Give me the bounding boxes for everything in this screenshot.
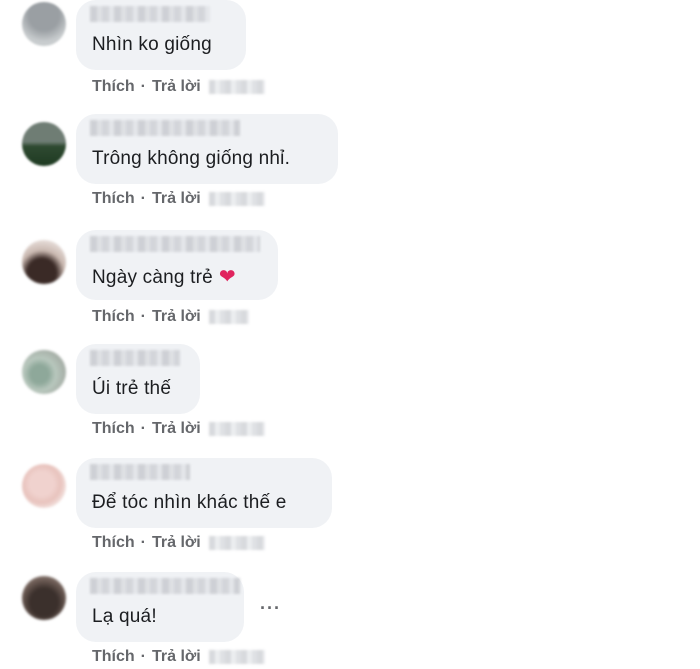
timestamp-redacted[interactable]	[208, 310, 249, 324]
avatar[interactable]	[22, 122, 66, 166]
like-link[interactable]: Thích	[92, 420, 135, 438]
comment-actions: Thích · Trả lời	[92, 190, 265, 208]
separator: ·	[140, 308, 146, 325]
timestamp-redacted[interactable]	[208, 650, 265, 664]
like-link[interactable]: Thích	[92, 534, 135, 552]
comment-actions: Thích · Trả lời	[92, 534, 265, 552]
separator: ·	[140, 78, 146, 95]
comment-bubble: Để tóc nhìn khác thế e	[76, 458, 332, 528]
separator: ·	[140, 534, 146, 551]
author-name-redacted[interactable]	[90, 236, 260, 252]
reply-link[interactable]: Trả lời	[152, 420, 201, 438]
more-options-icon[interactable]: ···	[260, 598, 281, 619]
comment-text: Ngày càng trẻ ❤	[92, 264, 236, 289]
avatar[interactable]	[22, 464, 66, 508]
comment-text: Nhìn ko giống	[92, 34, 212, 55]
comment-text-content: Ngày càng trẻ	[92, 267, 213, 288]
separator: ·	[140, 420, 146, 437]
comment-text: Trông không giống nhỉ.	[92, 148, 291, 169]
avatar[interactable]	[22, 2, 66, 46]
comment-bubble: Ngày càng trẻ ❤	[76, 230, 278, 300]
author-name-redacted[interactable]	[90, 6, 210, 22]
avatar[interactable]	[22, 576, 66, 620]
timestamp-redacted[interactable]	[208, 80, 265, 94]
heart-emoji: ❤	[218, 266, 236, 288]
author-name-redacted[interactable]	[90, 350, 180, 366]
separator: ·	[140, 190, 146, 207]
comment-bubble: Úi trẻ thế	[76, 344, 200, 414]
comment-text: Lạ quá!	[92, 606, 157, 627]
author-name-redacted[interactable]	[90, 120, 240, 136]
reply-link[interactable]: Trả lời	[152, 648, 201, 666]
reply-link[interactable]: Trả lời	[152, 78, 201, 96]
comment-actions: Thích · Trả lời	[92, 78, 265, 96]
timestamp-redacted[interactable]	[208, 422, 265, 436]
comment-text: Để tóc nhìn khác thế e	[92, 492, 287, 513]
like-link[interactable]: Thích	[92, 78, 135, 96]
avatar[interactable]	[22, 350, 66, 394]
comment-bubble: Lạ quá!	[76, 572, 244, 642]
comment-bubble: Nhìn ko giống	[76, 0, 246, 70]
comment-bubble: Trông không giống nhỉ.	[76, 114, 338, 184]
reply-link[interactable]: Trả lời	[152, 534, 201, 552]
author-name-redacted[interactable]	[90, 578, 240, 594]
comment-actions: Thích · Trả lời	[92, 420, 265, 438]
like-link[interactable]: Thích	[92, 190, 135, 208]
comment-text: Úi trẻ thế	[92, 378, 172, 399]
timestamp-redacted[interactable]	[208, 192, 265, 206]
like-link[interactable]: Thích	[92, 308, 135, 326]
author-name-redacted[interactable]	[90, 464, 190, 480]
like-link[interactable]: Thích	[92, 648, 135, 666]
separator: ·	[140, 648, 146, 665]
timestamp-redacted[interactable]	[208, 536, 265, 550]
avatar[interactable]	[22, 240, 66, 284]
comment-actions: Thích · Trả lời	[92, 308, 249, 326]
reply-link[interactable]: Trả lời	[152, 308, 201, 326]
comment-actions: Thích · Trả lời	[92, 648, 265, 666]
reply-link[interactable]: Trả lời	[152, 190, 201, 208]
